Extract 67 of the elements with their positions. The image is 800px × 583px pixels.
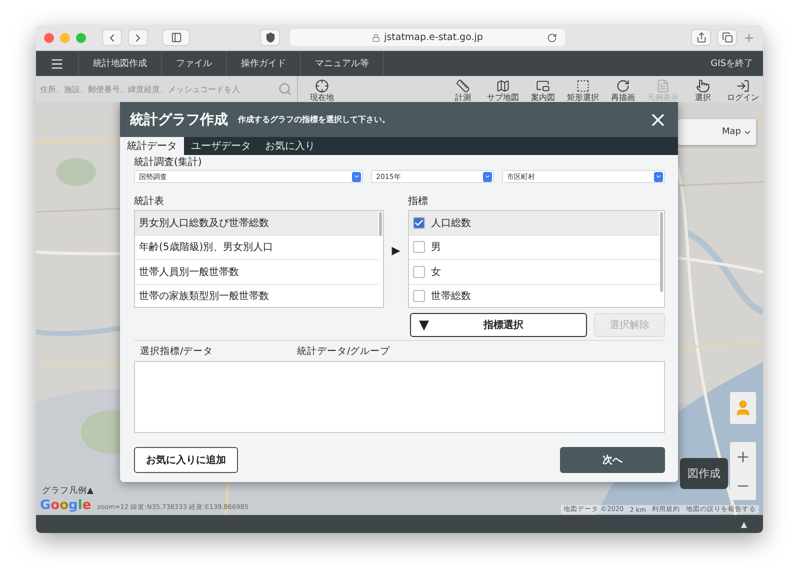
tabs-button[interactable] (717, 29, 737, 46)
login-icon (736, 79, 750, 93)
share-button[interactable] (691, 29, 711, 46)
menu-icon (50, 56, 64, 70)
toolbar-button[interactable]: サブ地図 (483, 76, 523, 102)
dashed-square-icon (576, 79, 590, 93)
shield-icon (264, 32, 276, 43)
column-header: 選択指標/データ (140, 344, 214, 358)
ruler-icon (456, 79, 470, 93)
stepper-icon (483, 172, 492, 182)
next-button[interactable]: 次へ (560, 447, 665, 473)
dialog-tab[interactable]: お気に入り (258, 137, 322, 155)
dialog-subtitle: 作成するグラフの指標を選択して下さい。 (238, 114, 391, 125)
toolbar-button[interactable]: 計測 (443, 76, 483, 102)
indicator-label: 指標 (408, 196, 429, 208)
lock-icon (372, 34, 380, 42)
sidebar-button[interactable] (162, 29, 190, 46)
privacy-shield-button[interactable] (260, 29, 280, 46)
indicator-list-item[interactable]: 人口総数 (409, 211, 659, 236)
checkbox[interactable] (413, 266, 425, 278)
search-field[interactable]: 住所、施設、郵便番号、緯度経度、メッシュコードを入 (40, 84, 276, 94)
dialog-tab[interactable]: ユーザデータ (184, 137, 258, 155)
table-list-item[interactable]: 男女別人口総数及び世帯総数 (135, 211, 378, 236)
table-list-item[interactable]: 年齢(5歳階級)別、男女別人口 (135, 236, 378, 260)
forward-button[interactable] (128, 29, 148, 46)
exit-gis-button[interactable]: GISを終了 (696, 51, 763, 76)
toolbar-button[interactable]: 再描画 (603, 76, 643, 102)
panel-toggle[interactable]: ▲ (740, 520, 747, 528)
stepper-icon (352, 172, 361, 182)
zoom-in-button[interactable] (735, 448, 751, 464)
document-icon (656, 79, 670, 93)
stepper-icon (654, 172, 663, 182)
table-label: 統計表 (134, 196, 165, 208)
address-field[interactable]: jstatmap.e-stat.go.jp (290, 29, 565, 46)
checkbox[interactable] (413, 241, 425, 254)
create-map-button[interactable]: 図作成 (680, 458, 728, 489)
inset-window-icon (536, 79, 550, 93)
toolbar-button[interactable]: ログイン (723, 76, 763, 102)
graph-legend-toggle[interactable]: グラフ凡例▲ (42, 486, 94, 496)
checkbox[interactable] (413, 216, 425, 229)
refresh-icon (616, 79, 630, 93)
back-button[interactable] (102, 29, 122, 46)
dialog-title: 統計グラフ作成 (130, 110, 228, 128)
google-logo: Google (40, 498, 92, 513)
column-header: 統計データ/グループ (297, 344, 392, 358)
map-icon (496, 79, 510, 93)
check-icon (414, 218, 424, 228)
add-favorite-button[interactable]: お気に入りに追加 (134, 447, 238, 473)
indicator-list-item[interactable]: 男 (409, 236, 659, 260)
hand-pointer-icon (696, 79, 710, 93)
person-icon (734, 399, 752, 417)
crosshair-icon (315, 79, 329, 93)
checkbox[interactable] (413, 290, 425, 302)
toolbar-button[interactable]: 選択 (683, 76, 723, 102)
sidebar-icon (170, 32, 182, 43)
share-icon (696, 32, 706, 43)
survey-label: 統計調査(集計) (134, 157, 203, 169)
toolbar-button[interactable]: 矩形選択 (563, 76, 603, 102)
move-arrow: ▶ (390, 244, 402, 257)
toolbar-button[interactable]: 案内図 (523, 76, 563, 102)
current-location-button[interactable]: 現在地 (302, 76, 342, 102)
tabs-icon (722, 32, 732, 43)
new-tab-icon[interactable] (743, 32, 755, 44)
reload-icon[interactable] (547, 32, 557, 42)
dialog-tab[interactable]: 統計データ (120, 137, 184, 155)
select-indicator-button[interactable]: ▼ 指標選択 (410, 313, 587, 337)
map-type-dropdown[interactable]: Map (678, 119, 756, 145)
